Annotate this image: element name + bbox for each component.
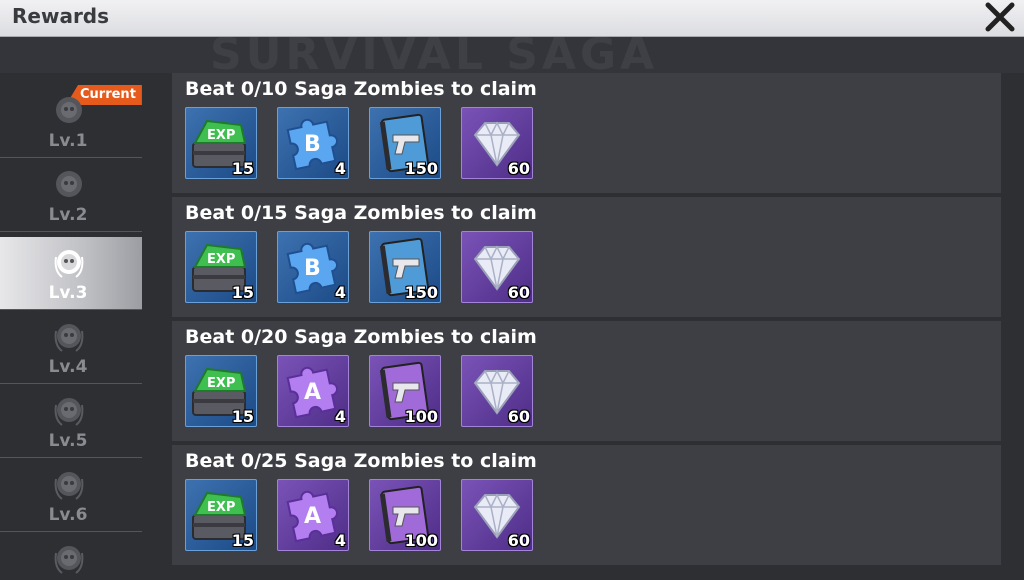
reward-item[interactable]: EXP 15: [185, 231, 257, 303]
reward-row: Beat 0/10 Saga Zombies to claim EXP 15 B 4 15…: [172, 73, 1001, 193]
level-tab-1[interactable]: Current Lv.1: [0, 85, 142, 158]
reward-condition: Beat 0/10 Saga Zombies to claim: [185, 78, 537, 100]
svg-text:B: B: [304, 132, 321, 157]
level-tab-3[interactable]: Lv.3: [0, 237, 142, 310]
skull-emblem-icon: [54, 324, 84, 352]
reward-item[interactable]: 100: [369, 479, 441, 551]
level-sidebar: Current Lv.1 Lv.2 Lv.3 Lv.4 Lv.5 Lv.6: [0, 85, 142, 580]
reward-condition: Beat 0/20 Saga Zombies to claim: [185, 326, 537, 348]
item-quantity: 15: [231, 531, 254, 550]
svg-text:EXP: EXP: [207, 252, 235, 267]
reward-condition: Beat 0/15 Saga Zombies to claim: [185, 202, 537, 224]
reward-item[interactable]: 150: [369, 231, 441, 303]
title-bar: Rewards: [0, 0, 1024, 37]
close-icon: [985, 2, 1015, 32]
reward-item[interactable]: A4: [277, 479, 349, 551]
background-text: SURVIVAL SAGA: [210, 37, 659, 73]
reward-item[interactable]: B4: [277, 231, 349, 303]
reward-item[interactable]: 60: [461, 479, 533, 551]
level-label: Lv.5: [48, 431, 88, 451]
skull-emblem-icon: [54, 250, 84, 278]
skull-emblem-icon: [54, 472, 84, 500]
item-quantity: 4: [334, 159, 346, 178]
item-quantity: 4: [334, 283, 346, 302]
level-tab-5[interactable]: Lv.5: [0, 385, 142, 458]
level-tab-6[interactable]: Lv.6: [0, 459, 142, 532]
reward-item[interactable]: EXP 15: [185, 355, 257, 427]
item-quantity: 150: [404, 159, 438, 178]
skull-emblem-icon: [54, 398, 84, 426]
reward-item[interactable]: EXP 15: [185, 107, 257, 179]
reward-row: Beat 0/15 Saga Zombies to claim EXP 15 B 4 15…: [172, 197, 1001, 317]
reward-item[interactable]: 60: [461, 107, 533, 179]
item-quantity: 60: [507, 407, 530, 426]
item-quantity: 15: [231, 283, 254, 302]
level-label: Lv.3: [48, 283, 88, 303]
level-label: Lv.1: [48, 131, 88, 151]
level-tab-2[interactable]: Lv.2: [0, 159, 142, 232]
item-quantity: 60: [507, 531, 530, 550]
svg-text:EXP: EXP: [207, 500, 235, 515]
item-quantity: 60: [507, 159, 530, 178]
close-button[interactable]: [982, 0, 1018, 34]
reward-item[interactable]: 60: [461, 355, 533, 427]
reward-item[interactable]: B4: [277, 107, 349, 179]
reward-condition: Beat 0/25 Saga Zombies to claim: [185, 450, 537, 472]
item-quantity: 60: [507, 283, 530, 302]
background-banner: SURVIVAL SAGA: [0, 37, 1024, 73]
reward-item[interactable]: 60: [461, 231, 533, 303]
reward-row: Beat 0/20 Saga Zombies to claim EXP 15 A 4 10…: [172, 321, 1001, 441]
svg-text:EXP: EXP: [207, 128, 235, 143]
level-tab-4[interactable]: Lv.4: [0, 311, 142, 384]
svg-text:A: A: [304, 504, 321, 529]
reward-item[interactable]: A4: [277, 355, 349, 427]
level-label: Lv.4: [48, 357, 88, 377]
level-tab-7[interactable]: [0, 533, 142, 580]
reward-row: Beat 0/25 Saga Zombies to claim EXP 15 A 4 10…: [172, 445, 1001, 565]
svg-text:EXP: EXP: [207, 376, 235, 391]
item-quantity: 15: [231, 407, 254, 426]
level-label: Lv.2: [48, 205, 88, 225]
reward-item[interactable]: 150: [369, 107, 441, 179]
window-title: Rewards: [12, 4, 110, 28]
skull-emblem-icon: [54, 546, 84, 574]
item-quantity: 15: [231, 159, 254, 178]
svg-text:B: B: [304, 256, 321, 281]
skull-emblem-icon: [56, 97, 82, 123]
reward-item[interactable]: EXP 15: [185, 479, 257, 551]
reward-item[interactable]: 100: [369, 355, 441, 427]
skull-emblem-icon: [56, 171, 82, 197]
level-label: Lv.6: [48, 505, 88, 525]
item-quantity: 100: [404, 407, 438, 426]
svg-text:A: A: [304, 380, 321, 405]
item-quantity: 100: [404, 531, 438, 550]
item-quantity: 4: [334, 407, 346, 426]
item-quantity: 150: [404, 283, 438, 302]
item-quantity: 4: [334, 531, 346, 550]
